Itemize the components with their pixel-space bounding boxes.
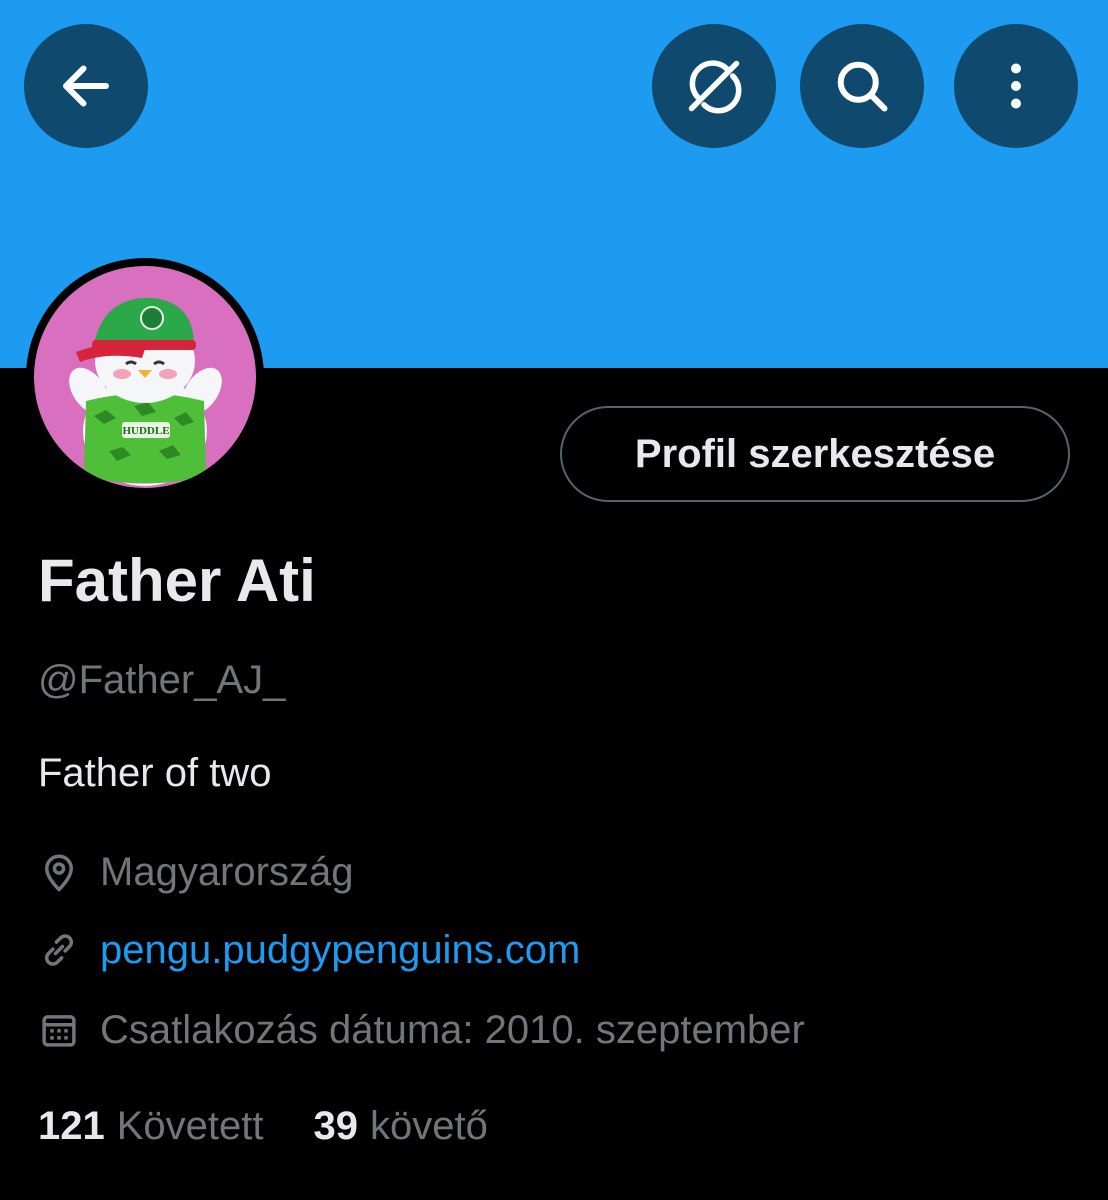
grok-button[interactable] (652, 24, 776, 148)
followers-label: követő (370, 1104, 488, 1148)
joined-date-row: Csatlakozás dátuma: 2010. szeptember (38, 1004, 805, 1056)
edit-profile-button[interactable]: Profil szerkesztése (560, 406, 1070, 502)
calendar-icon (42, 1015, 76, 1047)
follow-stats: 121 Követett 39 követő (38, 1100, 488, 1152)
location-pin-icon (44, 854, 74, 892)
user-handle: @Father_AJ_ (38, 658, 286, 702)
display-name: Father Ati (38, 547, 316, 614)
followers-link[interactable]: 39 követő (314, 1100, 488, 1152)
location-row: Magyarország (38, 846, 353, 898)
website-link[interactable]: pengu.pudgypenguins.com (100, 928, 580, 973)
profile-bio: Father of two (38, 751, 272, 795)
link-icon (45, 934, 73, 966)
search-button[interactable] (800, 24, 924, 148)
website-row: pengu.pudgypenguins.com (38, 924, 580, 976)
arrow-left-icon (63, 65, 109, 107)
penguin-avatar-icon: HUDDLE (69, 297, 222, 486)
joined-date-text: Csatlakozás dátuma: 2010. szeptember (100, 1007, 805, 1052)
more-options-button[interactable] (954, 24, 1078, 148)
more-vertical-icon (1011, 63, 1021, 109)
avatar-frame[interactable]: HUDDLE (26, 258, 264, 496)
following-label: Követett (116, 1104, 264, 1148)
followers-count: 39 (313, 1104, 359, 1148)
back-button[interactable] (24, 24, 148, 148)
search-icon (837, 61, 888, 112)
following-link[interactable]: 121 Követett (38, 1100, 264, 1152)
following-count: 121 (38, 1104, 105, 1148)
avatar[interactable]: HUDDLE (34, 266, 256, 488)
grok-icon (688, 60, 742, 114)
svg-text:HUDDLE: HUDDLE (122, 425, 169, 437)
location-text: Magyarország (100, 849, 354, 894)
